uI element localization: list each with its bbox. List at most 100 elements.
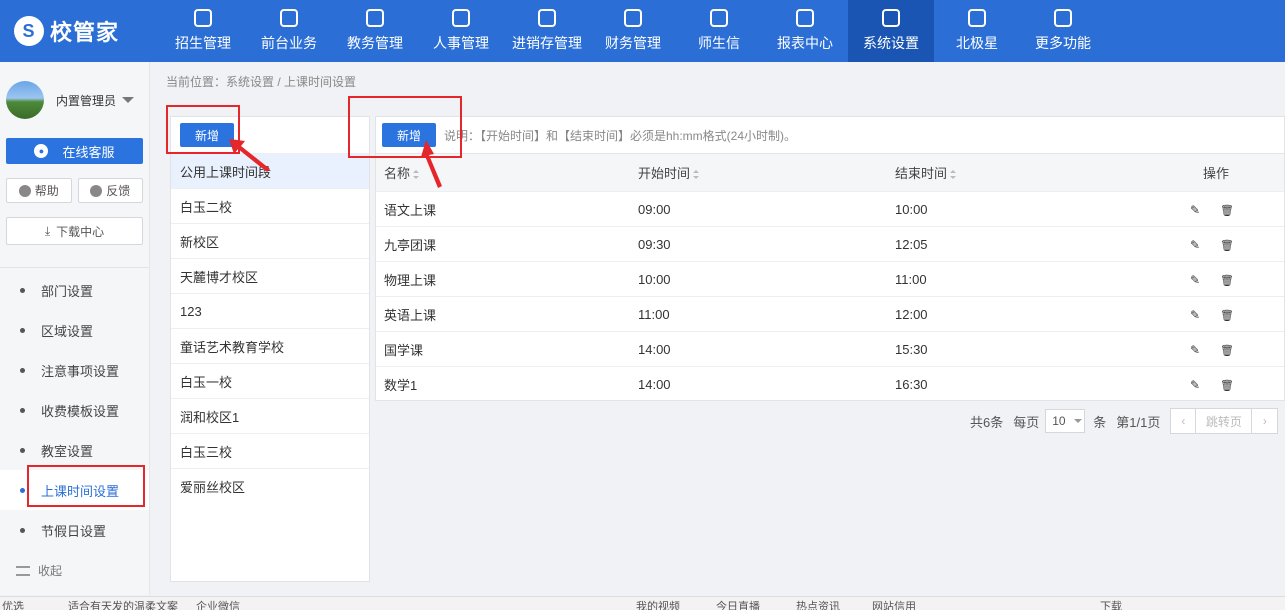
- bullet-icon: [20, 487, 25, 493]
- annotation-arrow-icon: [229, 139, 270, 172]
- settings-menu: 部门设置 区域设置 注意事项设置 收费模板设置 教室设置 上课时间设置 节假日设置: [0, 268, 149, 550]
- delete-icon[interactable]: 🗑: [1220, 309, 1234, 322]
- cell-name: 九亭团课: [376, 226, 630, 262]
- nav-item-0[interactable]: 招生管理: [160, 0, 246, 62]
- sidebar-item-3[interactable]: 收费模板设置: [0, 390, 149, 430]
- nav-item-label: 招生管理: [175, 35, 231, 51]
- nav-item-3[interactable]: 人事管理: [418, 0, 504, 62]
- column-header-end[interactable]: 结束时间: [887, 153, 1127, 192]
- sidebar-item-1[interactable]: 区域设置: [0, 310, 149, 350]
- nav-item-label: 报表中心: [777, 35, 833, 51]
- status-bar-item[interactable]: 优选: [2, 598, 24, 610]
- nav-item-4[interactable]: 进销存管理: [504, 0, 590, 62]
- edit-icon[interactable]: ✎: [1190, 308, 1200, 322]
- monitor-icon: [280, 9, 298, 27]
- campus-item[interactable]: 白玉三校: [171, 433, 369, 468]
- delete-icon[interactable]: 🗑: [1220, 274, 1234, 287]
- next-page-button[interactable]: ›: [1252, 408, 1279, 434]
- delete-icon[interactable]: 🗑: [1220, 204, 1234, 217]
- delete-icon[interactable]: 🗑: [1220, 344, 1234, 357]
- campus-item[interactable]: 白玉一校: [171, 363, 369, 398]
- column-header-start[interactable]: 开始时间: [630, 153, 887, 192]
- campus-item[interactable]: 123: [171, 293, 369, 328]
- sidebar-item-6[interactable]: 节假日设置: [0, 510, 149, 550]
- cell-end: 11:00: [887, 261, 1127, 297]
- sidebar-item-4[interactable]: 教室设置: [0, 430, 149, 470]
- prev-page-button[interactable]: ‹: [1170, 408, 1197, 434]
- bullet-icon: [20, 327, 25, 333]
- campus-item[interactable]: 润和校区1: [171, 398, 369, 433]
- edit-icon[interactable]: ✎: [1190, 203, 1200, 217]
- nav-item-9[interactable]: 北极星: [934, 0, 1020, 62]
- cell-ops: ✎ 🗑: [1127, 261, 1284, 297]
- bullet-icon: [20, 287, 25, 293]
- nav-item-7[interactable]: 报表中心: [762, 0, 848, 62]
- sidebar-item-2[interactable]: 注意事项设置: [0, 350, 149, 390]
- chevron-right-icon: ›: [1262, 414, 1267, 428]
- delete-icon[interactable]: 🗑: [1220, 379, 1234, 392]
- edit-icon[interactable]: ✎: [1190, 378, 1200, 392]
- campus-item[interactable]: 天麓博才校区: [171, 258, 369, 293]
- sort-icon[interactable]: [693, 170, 700, 180]
- campus-item[interactable]: 童话艺术教育学校: [171, 328, 369, 363]
- status-bar-item[interactable]: 企业微信: [196, 598, 240, 610]
- status-bar-item[interactable]: 热点资讯: [796, 598, 840, 610]
- chevron-down-icon[interactable]: [122, 97, 135, 103]
- edit-icon[interactable]: ✎: [1190, 238, 1200, 252]
- campus-item[interactable]: 爱丽丝校区: [171, 468, 369, 503]
- brand-logo[interactable]: S 校管家: [0, 0, 160, 62]
- feedback-button[interactable]: 反馈: [77, 178, 143, 203]
- user-name: 内置管理员: [56, 93, 117, 108]
- sort-icon[interactable]: [413, 170, 420, 180]
- message-icon: [710, 9, 728, 27]
- status-bar-item[interactable]: 下载: [1100, 598, 1122, 610]
- nav-item-label: 系统设置: [863, 35, 919, 51]
- nav-item-label: 师生信: [698, 35, 740, 51]
- collapse-label: 收起: [38, 564, 63, 578]
- sort-icon[interactable]: [950, 170, 957, 180]
- status-bar-item[interactable]: 我的视频: [636, 598, 680, 610]
- online-service-button[interactable]: ● 在线客服: [6, 138, 143, 164]
- jump-page-button[interactable]: 跳转页: [1196, 408, 1253, 434]
- status-bar-item[interactable]: 适合有天发的温柔文案: [68, 598, 178, 610]
- campus-item[interactable]: 白玉二校: [171, 188, 369, 223]
- logo-mark-icon: S: [14, 16, 44, 46]
- nav-item-8[interactable]: 系统设置: [848, 0, 934, 62]
- nav-item-label: 北极星: [956, 35, 998, 51]
- nav-item-1[interactable]: 前台业务: [246, 0, 332, 62]
- status-bar-item[interactable]: 网站信用: [872, 598, 916, 610]
- per-page-select[interactable]: 10: [1045, 409, 1086, 433]
- bullet-icon: [20, 527, 25, 533]
- download-center-button[interactable]: ⤓ 下载中心: [6, 217, 143, 245]
- nav-item-6[interactable]: 师生信: [676, 0, 762, 62]
- status-bar-item[interactable]: 今日直播: [716, 598, 760, 610]
- help-button[interactable]: 帮助: [6, 178, 72, 203]
- annotation-arrow-icon: [421, 140, 442, 188]
- class-time-table: 名称 开始时间 结束时间 操作 语文上课 09:00 10:00 ✎ 🗑 九亭团课 09:3…: [376, 153, 1284, 402]
- cell-name: 语文上课: [376, 191, 630, 227]
- user-profile[interactable]: 内置管理员: [0, 62, 149, 138]
- edit-icon[interactable]: ✎: [1190, 273, 1200, 287]
- cell-name: 英语上课: [376, 296, 630, 332]
- edit-icon[interactable]: ✎: [1190, 343, 1200, 357]
- main-nav: 招生管理 前台业务 教务管理 人事管理 进销存管理 财务管理 师生信 报表中心 系统设置 北极星 更…: [160, 0, 1106, 62]
- book-icon: [366, 9, 384, 27]
- table-row: 语文上课 09:00 10:00 ✎ 🗑: [376, 191, 1284, 227]
- nav-item-10[interactable]: 更多功能: [1020, 0, 1106, 62]
- class-time-panel: 新增 说明：【开始时间】和【结束时间】必须是hh:mm格式(24小时制)。 名称…: [375, 116, 1285, 402]
- nav-item-label: 教务管理: [347, 35, 403, 51]
- cell-end: 16:30: [887, 366, 1127, 402]
- download-center-label: 下载中心: [56, 224, 105, 239]
- sidebar-item-0[interactable]: 部门设置: [0, 270, 149, 310]
- download-icon: ⤓: [44, 223, 51, 238]
- chevron-left-icon: ‹: [1181, 414, 1186, 428]
- column-header-name[interactable]: 名称: [376, 153, 630, 192]
- cell-end: 12:05: [887, 226, 1127, 262]
- campus-item[interactable]: 新校区: [171, 223, 369, 258]
- nav-item-5[interactable]: 财务管理: [590, 0, 676, 62]
- delete-icon[interactable]: 🗑: [1220, 239, 1234, 252]
- bullet-icon: [20, 407, 25, 413]
- collapse-button[interactable]: 收起: [16, 562, 62, 579]
- nav-item-2[interactable]: 教务管理: [332, 0, 418, 62]
- feedback-label: 反馈: [106, 184, 131, 198]
